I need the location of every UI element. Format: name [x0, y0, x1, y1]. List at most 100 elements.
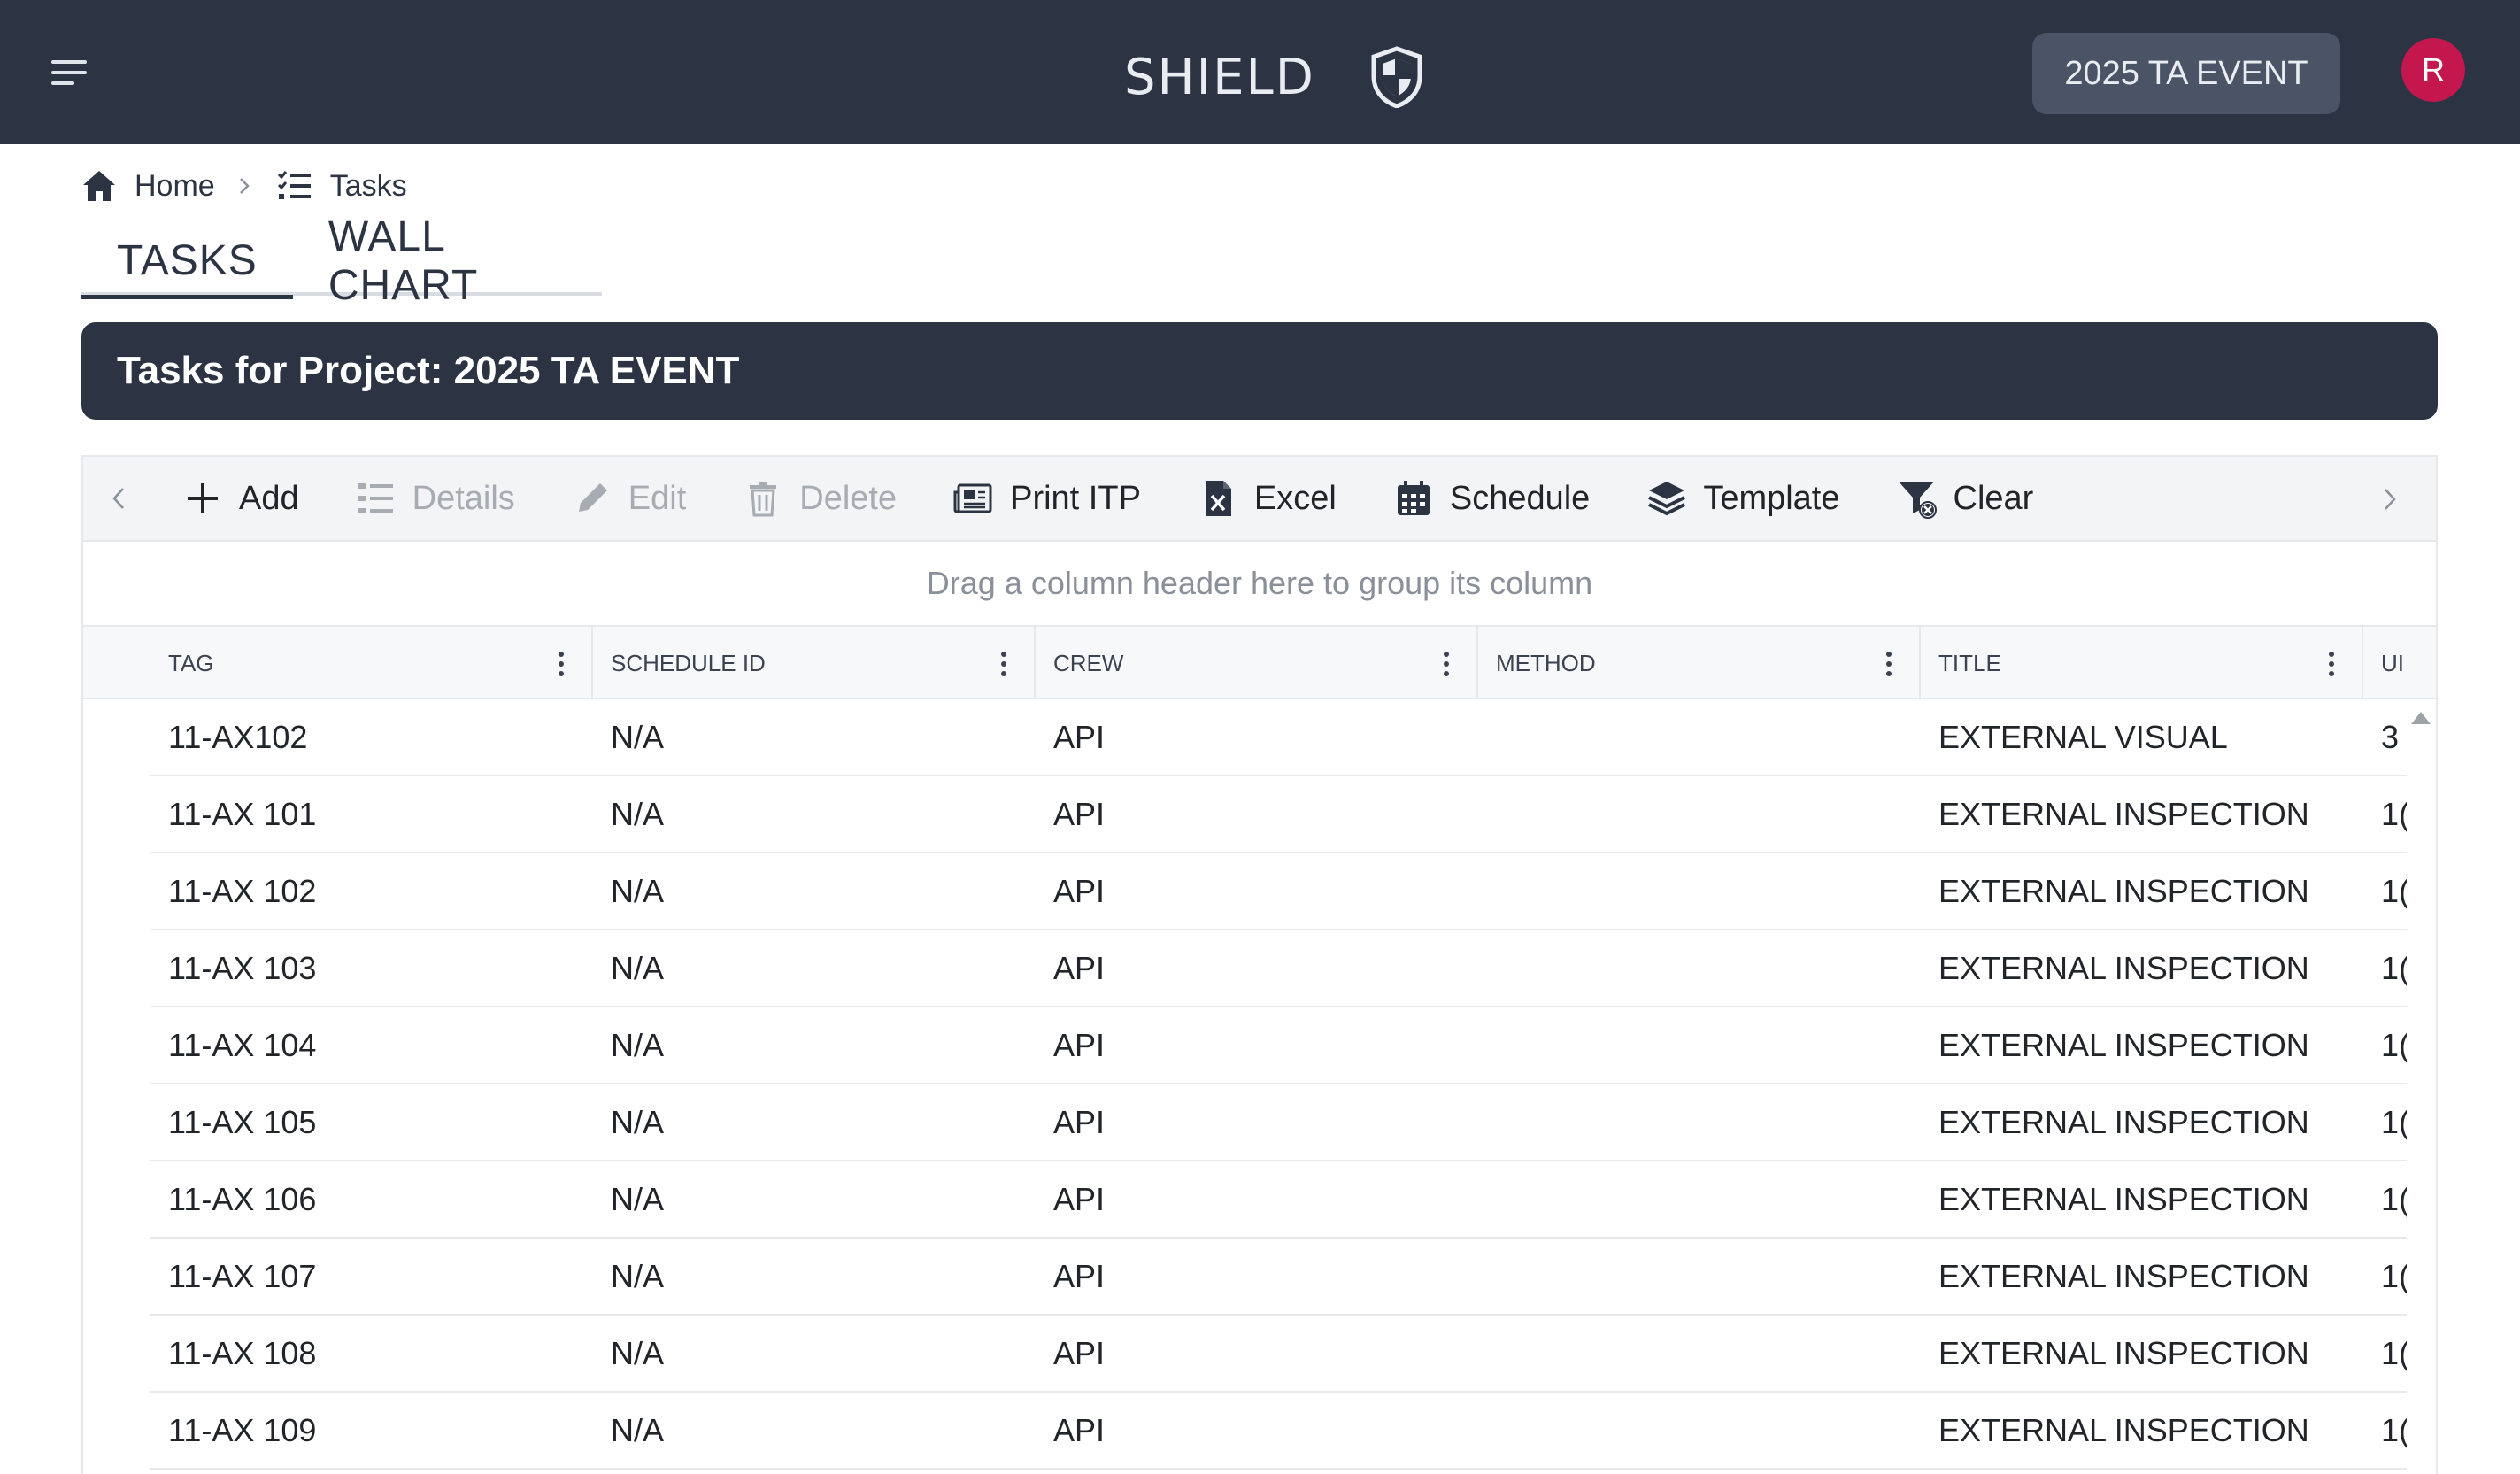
cell-method: [1496, 853, 1912, 929]
table-row[interactable]: 11-AX 105 N/A API EXTERNAL INSPECTION 1(: [83, 1084, 2407, 1161]
column-header-schedule-id[interactable]: SCHEDULE ID: [593, 627, 1036, 699]
tab-wall-chart[interactable]: WALL CHART: [293, 213, 602, 309]
pencil-icon: [578, 483, 607, 512]
toolbar-scroll-left[interactable]: [83, 456, 154, 541]
print-itp-button[interactable]: Print ITP: [925, 456, 1169, 541]
calendar-icon: [1397, 481, 1430, 515]
schedule-button[interactable]: Schedule: [1365, 456, 1618, 541]
cell-schedule-id: N/A: [611, 1334, 665, 1371]
plus-icon: [188, 483, 218, 513]
details-label: Details: [412, 479, 515, 517]
tab-tasks[interactable]: TASKS: [81, 227, 293, 299]
table-row[interactable]: 11-AX102 N/A API EXTERNAL VISUAL 3: [83, 699, 2407, 776]
print-itp-label: Print ITP: [1010, 479, 1141, 517]
cell-crew: API: [1053, 1180, 1106, 1217]
column-menu-icon[interactable]: [1443, 652, 1450, 676]
column-menu-icon[interactable]: [558, 652, 565, 676]
list-icon: [358, 483, 393, 513]
grid-header: TAG SCHEDULE ID CREW METHOD TITLE UI: [83, 627, 2436, 699]
breadcrumb-home-label: Home: [135, 168, 215, 203]
cell-schedule-id: N/A: [611, 1026, 665, 1063]
view-tabs: TASKS WALL CHART: [81, 213, 602, 309]
table-row[interactable]: 11-AX 104 N/A API EXTERNAL INSPECTION 1(: [83, 1007, 2407, 1084]
excel-label: Excel: [1253, 479, 1337, 517]
cell-method: [1496, 1161, 1912, 1237]
clear-filter-icon: [1898, 482, 1937, 519]
cell-tag: 11-AX 103: [168, 949, 317, 986]
cell-schedule-id: N/A: [611, 1103, 665, 1140]
cell-crew: API: [1053, 1257, 1106, 1294]
cell-tag: 11-AX 101: [168, 795, 317, 832]
table-row[interactable]: 11-AX 109 N/A API EXTERNAL INSPECTION 1(: [83, 1393, 2407, 1470]
edit-label: Edit: [628, 479, 687, 517]
home-icon: [83, 171, 115, 201]
top-navbar: SHIELD 2025 TA EVENT R: [0, 0, 2520, 144]
cell-tag: 11-AX 104: [168, 1026, 317, 1063]
column-menu-icon[interactable]: [1885, 652, 1892, 676]
clear-filter-button[interactable]: Clear: [1869, 456, 2062, 541]
column-header-label: TAG: [168, 649, 214, 676]
cell-schedule-id: N/A: [611, 1257, 665, 1294]
column-header-method[interactable]: METHOD: [1478, 627, 1921, 699]
chevron-left-icon: [112, 488, 124, 509]
avatar[interactable]: R: [2401, 38, 2465, 102]
cell-title: EXTERNAL INSPECTION: [1938, 1334, 2309, 1371]
cell-crew: API: [1053, 1103, 1106, 1140]
project-selector-button[interactable]: 2025 TA EVENT: [2032, 33, 2340, 114]
column-header-label: METHOD: [1496, 649, 1596, 676]
cell-ui: 1(: [2381, 872, 2407, 909]
column-header-label: TITLE: [1938, 649, 2001, 676]
column-menu-icon[interactable]: [1000, 652, 1007, 676]
table-row[interactable]: 11-AX 106 N/A API EXTERNAL INSPECTION 1(: [83, 1161, 2407, 1239]
scroll-up-arrow-icon[interactable]: [2411, 712, 2431, 724]
cell-tag: 11-AX 105: [168, 1103, 317, 1140]
cell-title: EXTERNAL INSPECTION: [1938, 1026, 2309, 1063]
group-by-panel[interactable]: Drag a column header here to group its c…: [81, 540, 2438, 627]
trash-icon: [750, 482, 777, 517]
column-header-tag[interactable]: TAG: [150, 627, 593, 699]
chevron-right-icon: [2385, 489, 2396, 510]
app-title: SHIELD: [1124, 48, 1315, 106]
vertical-scrollbar[interactable]: [2404, 699, 2434, 1474]
cell-crew: API: [1053, 718, 1106, 755]
column-header-label: SCHEDULE ID: [611, 649, 766, 676]
excel-button[interactable]: Excel: [1169, 456, 1365, 541]
cell-ui: 1(: [2381, 1257, 2407, 1294]
brand: SHIELD: [1124, 46, 1425, 108]
cell-ui: 1(: [2381, 1411, 2407, 1448]
cell-tag: 11-AX 106: [168, 1180, 317, 1217]
cell-schedule-id: N/A: [611, 718, 665, 755]
column-header-title[interactable]: TITLE: [1921, 627, 2363, 699]
column-header-ui[interactable]: UI: [2363, 627, 2407, 699]
breadcrumb-tasks[interactable]: Tasks: [275, 166, 407, 205]
column-menu-icon[interactable]: [2328, 652, 2335, 676]
task-list-icon: [277, 171, 311, 199]
cell-crew: API: [1053, 949, 1106, 986]
menu-icon[interactable]: [51, 58, 89, 87]
cell-tag: 11-AX 109: [168, 1411, 317, 1448]
table-row[interactable]: 11-AX 101 N/A API EXTERNAL INSPECTION 1(: [83, 776, 2407, 853]
delete-button[interactable]: Delete: [714, 456, 925, 541]
cell-schedule-id: N/A: [611, 1411, 665, 1448]
breadcrumb-home[interactable]: Home: [80, 166, 215, 205]
add-button[interactable]: Add: [154, 456, 328, 541]
page-title: Tasks for Project: 2025 TA EVENT: [81, 322, 2438, 420]
table-row[interactable]: 11-AX 103 N/A API EXTERNAL INSPECTION 1(: [83, 930, 2407, 1007]
cell-crew: API: [1053, 795, 1106, 832]
toolbar-scroll-right[interactable]: [2354, 457, 2425, 542]
cell-ui: 3: [2381, 718, 2400, 755]
edit-button[interactable]: Edit: [543, 456, 714, 541]
cell-crew: API: [1053, 1411, 1106, 1448]
cell-schedule-id: N/A: [611, 795, 665, 832]
table-row[interactable]: 11-AX 102 N/A API EXTERNAL INSPECTION 1(: [83, 853, 2407, 930]
table-row[interactable]: 11-AX 107 N/A API EXTERNAL INSPECTION 1(: [83, 1239, 2407, 1316]
table-row[interactable]: 11-AX 108 N/A API EXTERNAL INSPECTION 1(: [83, 1316, 2407, 1393]
details-button[interactable]: Details: [328, 456, 543, 541]
cell-title: EXTERNAL INSPECTION: [1938, 1257, 2309, 1294]
breadcrumb-tasks-label: Tasks: [329, 168, 407, 203]
column-header-label: CREW: [1053, 649, 1124, 676]
shield-logo-icon: [1371, 46, 1422, 108]
template-button[interactable]: Template: [1618, 456, 1868, 541]
column-header-crew[interactable]: CREW: [1036, 627, 1478, 699]
cell-tag: 11-AX102: [168, 718, 308, 755]
